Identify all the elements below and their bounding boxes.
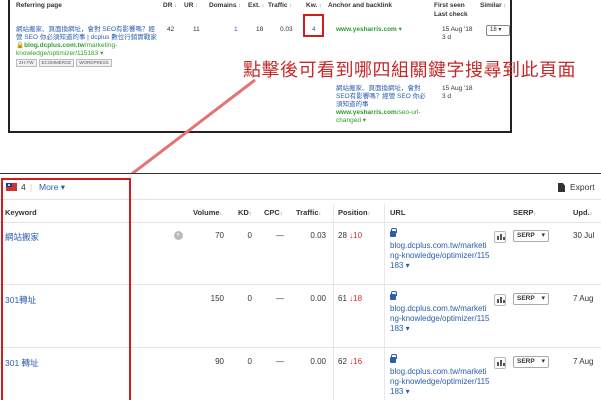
export-icon[interactable] bbox=[558, 183, 565, 192]
position-change: ↓10 bbox=[349, 231, 363, 240]
updated-value: 30 Jul bbox=[573, 231, 595, 240]
header-kd[interactable]: KD↕ bbox=[238, 208, 252, 219]
header-ext[interactable]: Ext. ↕ bbox=[248, 1, 264, 11]
export-button[interactable]: Export bbox=[570, 182, 595, 192]
header-first-seen[interactable]: First seen Last check bbox=[434, 1, 468, 19]
header-similar[interactable]: Similar ↕ bbox=[480, 1, 506, 11]
ranking-url[interactable]: blog.dcplus.com.tw/marketing-knowledge/o… bbox=[390, 304, 490, 334]
position-change: ↓18 bbox=[349, 294, 363, 303]
info-icon[interactable]: ◐ bbox=[174, 231, 183, 240]
volume-value: 70 bbox=[215, 231, 224, 240]
lock-icon bbox=[390, 291, 397, 300]
volume-value: 90 bbox=[215, 357, 224, 366]
anchor-url[interactable]: www.yesharris.com/seo-url-changed ▾ bbox=[336, 109, 432, 125]
anchor-url[interactable]: www.yesharris.com ▾ bbox=[336, 26, 402, 34]
chevron-down-icon: ▾ bbox=[405, 261, 410, 270]
first-seen-value: 15 Aug '18 3 d bbox=[442, 26, 473, 41]
referring-page-title[interactable]: 網站搬家、頁面換網址，會對 SEO有影響嗎？經營 SEO 你必須知道的事 | d… bbox=[16, 26, 158, 42]
sort-icon: ↕ bbox=[503, 3, 507, 9]
cpc-value: — bbox=[276, 231, 284, 240]
sort-icon: ↕ bbox=[279, 211, 283, 217]
header-cpc[interactable]: CPC↕ bbox=[264, 208, 283, 219]
sort-icon: ↕ bbox=[195, 3, 198, 9]
updated-value: 7 Aug bbox=[573, 294, 594, 303]
lock-icon bbox=[390, 228, 397, 237]
sort-icon: ↕ bbox=[589, 211, 593, 217]
serp-button[interactable]: SERP bbox=[513, 230, 549, 242]
chevron-down-icon: ▾ bbox=[498, 27, 502, 33]
serp-button[interactable]: SERP bbox=[513, 356, 549, 368]
sort-icon: ↕ bbox=[174, 3, 177, 9]
keyword-column-highlight-box bbox=[1, 178, 131, 400]
updated-value: 7 Aug bbox=[573, 357, 594, 366]
chevron-down-icon: ▾ bbox=[362, 117, 367, 124]
lock-icon bbox=[390, 354, 397, 363]
traffic-value: 0.03 bbox=[280, 26, 293, 33]
chart-icon[interactable] bbox=[494, 294, 506, 306]
header-kw[interactable]: Kw. ↕ bbox=[306, 1, 322, 11]
tag: ECOMMERCE bbox=[38, 59, 75, 67]
volume-value: 150 bbox=[210, 294, 224, 303]
kw-highlight-box bbox=[303, 14, 324, 37]
position-change: ↓16 bbox=[349, 357, 363, 366]
chart-icon[interactable] bbox=[494, 357, 506, 369]
sort-icon: ↓ bbox=[219, 211, 223, 217]
header-serp[interactable]: SERP↕ bbox=[513, 208, 536, 219]
anchor-title[interactable]: 網站搬家、頁面換網址，會對 SEO有影響嗎？經營 SEO 你必須知道的事 bbox=[336, 85, 432, 109]
cpc-value: — bbox=[276, 294, 284, 303]
sort-icon: ↕ bbox=[367, 211, 371, 217]
first-seen-value: 15 Aug '18 3 d bbox=[442, 85, 473, 100]
serp-button[interactable]: SERP bbox=[513, 293, 549, 305]
traffic-value: 0.00 bbox=[310, 357, 326, 366]
header-position[interactable]: Position↕ bbox=[338, 208, 370, 219]
position-value: 62 ↓16 bbox=[338, 357, 363, 366]
annotation-text: 點擊後可看到哪四組關鍵字搜尋到此頁面 bbox=[243, 60, 576, 81]
header-anchor[interactable]: Anchor and backlink bbox=[328, 1, 392, 10]
chevron-down-icon: ▾ bbox=[405, 387, 410, 396]
header-dr[interactable]: DR ↕ bbox=[163, 1, 177, 11]
anchor-cell: 網站搬家、頁面換網址，會對 SEO有影響嗎？經營 SEO 你必須知道的事 www… bbox=[336, 85, 432, 125]
ranking-url[interactable]: blog.dcplus.com.tw/marketing-knowledge/o… bbox=[390, 241, 490, 271]
chevron-down-icon: ▾ bbox=[398, 26, 402, 33]
sort-icon: ↕ bbox=[318, 211, 322, 217]
similar-dropdown[interactable]: 18 ▾ bbox=[486, 25, 510, 36]
header-traffic[interactable]: Traffic ↕ bbox=[268, 1, 292, 11]
chevron-down-icon: ▾ bbox=[405, 324, 410, 333]
chevron-down-icon: ▾ bbox=[100, 50, 104, 57]
referring-page-cell: 網站搬家、頁面換網址，會對 SEO有影響嗎？經營 SEO 你必須知道的事 | d… bbox=[16, 26, 158, 67]
traffic-value: 0.03 bbox=[310, 231, 326, 240]
header-ur[interactable]: UR ↕ bbox=[184, 1, 198, 11]
ext-value: 18 bbox=[256, 26, 264, 33]
sort-icon: ↕ bbox=[261, 3, 265, 9]
header-url[interactable]: URL bbox=[390, 208, 405, 218]
header-referring-page[interactable]: Referring page bbox=[16, 1, 62, 10]
ranking-url[interactable]: blog.dcplus.com.tw/marketing-knowledge/o… bbox=[390, 367, 490, 397]
sort-icon: ↕ bbox=[319, 3, 322, 9]
domains-value[interactable]: 1 bbox=[234, 26, 238, 34]
tag: ZH-TW bbox=[16, 59, 37, 67]
sort-icon: ↕ bbox=[533, 211, 537, 217]
dr-value: 42 bbox=[167, 26, 175, 33]
keywords-panel: 4 | More ▾ Export Keyword Volume↓ KD↕ CP… bbox=[0, 173, 601, 400]
referring-page-url[interactable]: 🔒blog.dcplus.com.tw/marketing-knowledge/… bbox=[16, 42, 158, 58]
kd-value: 0 bbox=[247, 357, 252, 366]
header-volume[interactable]: Volume↓ bbox=[193, 208, 222, 219]
kd-value: 0 bbox=[247, 231, 252, 240]
kd-value: 0 bbox=[247, 294, 252, 303]
lock-icon: 🔒 bbox=[16, 42, 25, 49]
traffic-value: 0.00 bbox=[310, 294, 326, 303]
position-value: 28 ↓10 bbox=[338, 231, 363, 240]
header-upd[interactable]: Upd.↕ bbox=[573, 208, 592, 219]
chart-icon[interactable] bbox=[494, 231, 506, 243]
tag-list: ZH-TW ECOMMERCE WORDPRESS bbox=[16, 59, 158, 67]
tag: WORDPRESS bbox=[76, 59, 112, 67]
sort-icon: ↕ bbox=[289, 3, 292, 9]
sort-icon: ↕ bbox=[238, 3, 241, 9]
ur-value: 11 bbox=[193, 26, 200, 33]
header-domains[interactable]: Domains ↕ bbox=[209, 1, 241, 11]
cpc-value: — bbox=[276, 357, 284, 366]
header-traffic[interactable]: Traffic↕ bbox=[296, 208, 321, 219]
position-value: 61 ↓18 bbox=[338, 294, 363, 303]
sort-icon: ↕ bbox=[248, 211, 252, 217]
